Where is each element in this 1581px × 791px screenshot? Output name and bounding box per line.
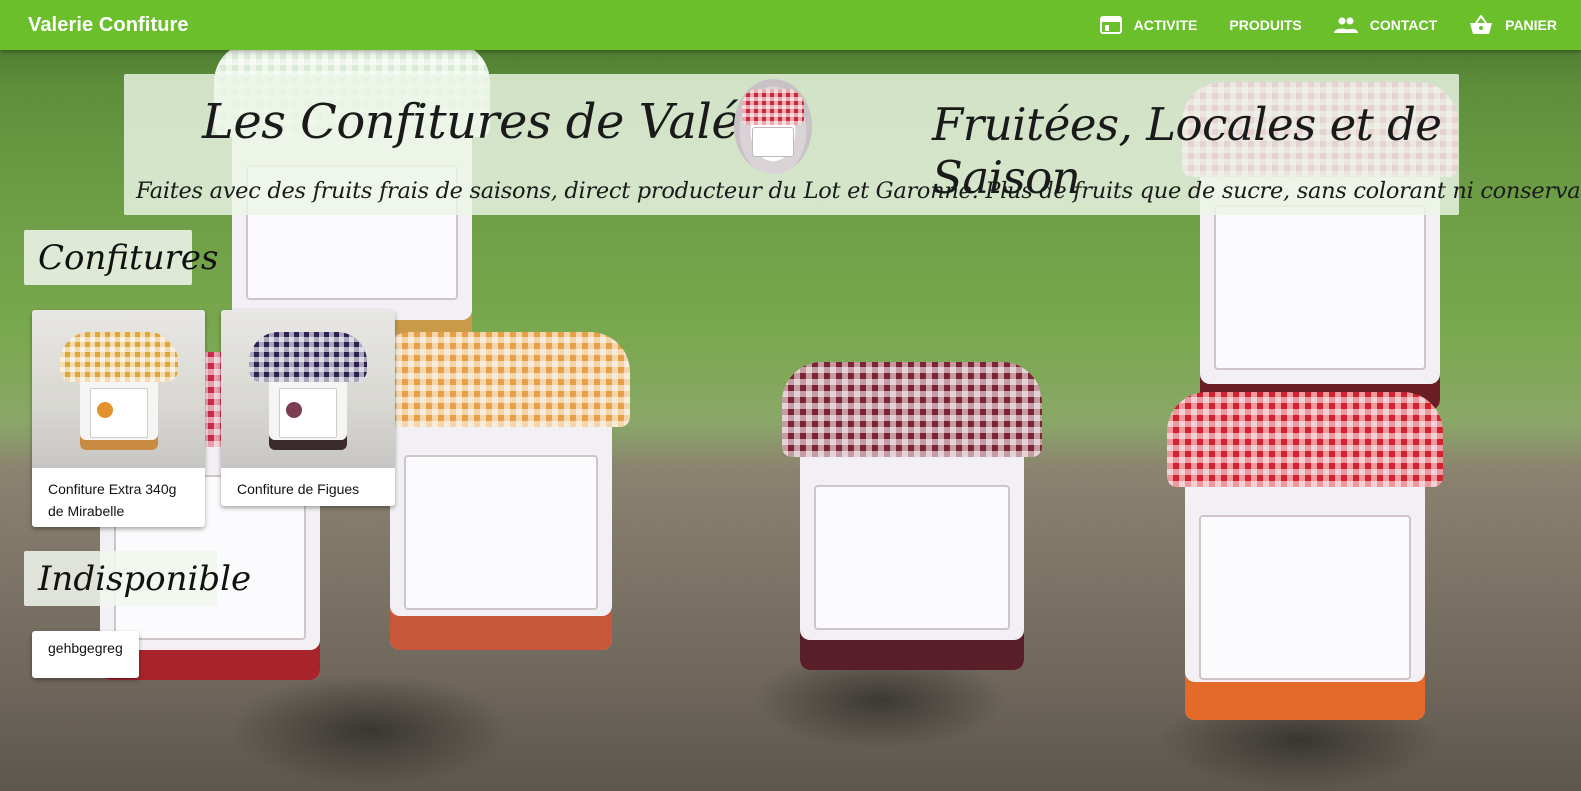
nav-panier[interactable]: PANIER xyxy=(1469,15,1557,35)
banner-subtitle: Faites avec des fruits frais de saisons,… xyxy=(136,178,1581,204)
people-icon xyxy=(1333,17,1358,33)
product-name: Confiture de Figues xyxy=(237,481,360,497)
banner-title: Les Confitures de Valérie xyxy=(202,94,805,150)
nav-activite-label: ACTIVITE xyxy=(1133,17,1198,33)
product-name: Confiture Extra 340g de Mirabelle xyxy=(48,481,177,519)
background-jar-abricots xyxy=(372,332,630,650)
nav-contact[interactable]: CONTACT xyxy=(1333,17,1438,33)
nav-contact-label: CONTACT xyxy=(1369,17,1438,33)
brand-title[interactable]: Valerie Confiture xyxy=(28,14,189,37)
main-nav: ACTIVITE PRODUITS CONTACT PANIER xyxy=(1068,0,1557,50)
basket-icon xyxy=(1470,15,1493,34)
section-heading-indisponible: Indisponible xyxy=(24,551,251,606)
unavailable-product-card[interactable]: gehbgegreg xyxy=(32,631,139,678)
product-card-figues[interactable]: Confiture de Figues xyxy=(221,310,395,506)
hero-banner: Les Confitures de Valérie Fruitées, Loca… xyxy=(124,74,1581,215)
background-jar-cerises xyxy=(782,362,1042,670)
section-heading-confitures: Confitures xyxy=(24,230,218,285)
mirabelle-jar-photo xyxy=(32,310,205,468)
figues-jar-photo xyxy=(221,310,395,468)
nav-produits-label: PRODUITS xyxy=(1229,17,1302,33)
app-bar: Valerie Confiture ACTIVITE PRODUITS CONT… xyxy=(0,0,1581,50)
background-jar-nectarines xyxy=(1167,392,1443,720)
calendar-view-icon xyxy=(1099,16,1122,34)
nav-panier-label: PANIER xyxy=(1505,17,1557,33)
product-name: gehbgegreg xyxy=(48,640,123,656)
logo-jar-image xyxy=(734,79,812,174)
nav-produits[interactable]: PRODUITS xyxy=(1229,17,1301,33)
product-card-mirabelle[interactable]: Confiture Extra 340g de Mirabelle xyxy=(32,310,205,527)
nav-activite[interactable]: ACTIVITE xyxy=(1099,16,1198,34)
